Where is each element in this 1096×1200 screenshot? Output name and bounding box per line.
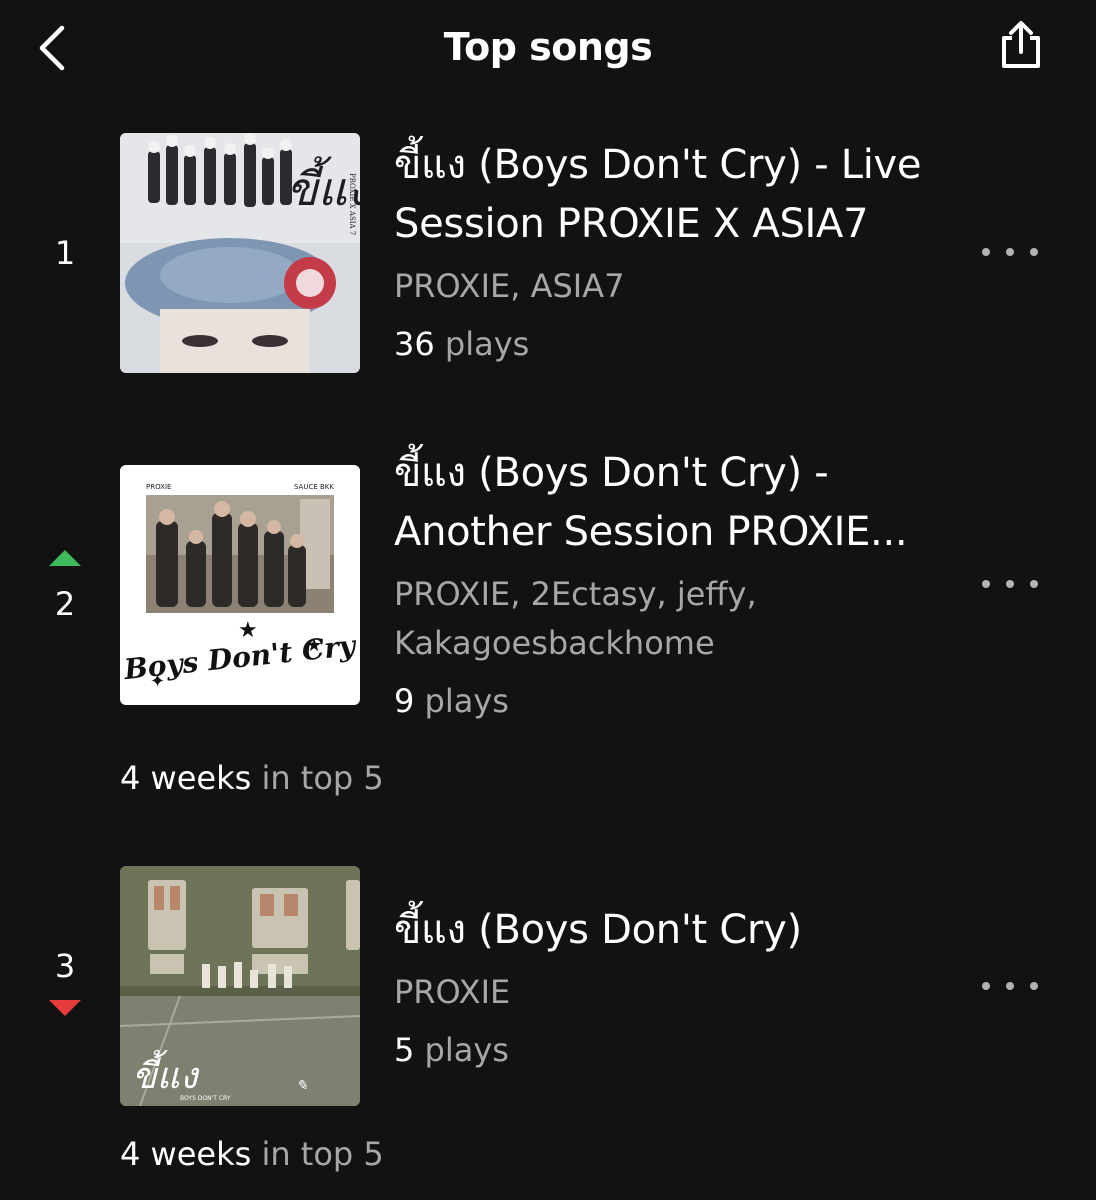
rank-number: 2 (54, 585, 76, 623)
more-options-button[interactable] (982, 240, 1038, 264)
album-art-image: ขี้แง BOYS DON'T CRY ✎ (120, 866, 360, 1106)
rank-column: 2 (30, 550, 100, 624)
rank-down-icon (49, 1000, 81, 1016)
song-info: ขี้แง (Boys Don't Cry) PROXIE 5 plays (394, 901, 934, 1075)
play-count: 9 plays (394, 676, 934, 726)
header: Top songs (0, 0, 1096, 96)
cover-title: ขี้แง (132, 1049, 200, 1097)
play-count-label: plays (414, 682, 509, 720)
song-title: ขี้แง (Boys Don't Cry) (394, 907, 802, 953)
play-count: 36 plays (394, 319, 934, 369)
rank-number: 3 (54, 947, 76, 985)
weeks-label: in top 5 (251, 759, 384, 797)
rank-column: 3 (30, 946, 100, 1016)
play-count-number: 36 (394, 325, 435, 363)
weeks-label: in top 5 (251, 1135, 384, 1173)
rank-column: 1 (30, 233, 100, 273)
svg-text:✎: ✎ (296, 1078, 308, 1094)
share-button[interactable] (992, 18, 1048, 74)
song-artists: PROXIE (394, 973, 511, 1011)
play-count-number: 9 (394, 682, 415, 720)
more-icon (982, 248, 1038, 256)
svg-text:★: ★ (238, 618, 258, 643)
play-count-label: plays (414, 1031, 509, 1069)
play-count-number: 5 (394, 1031, 415, 1069)
weeks-count: 4 weeks (120, 1135, 252, 1173)
svg-text:✦: ✦ (150, 671, 165, 692)
song-title: ขี้แง (Boys Don't Cry) - Another Session… (394, 450, 908, 555)
weeks-in-top: 4 weeks in top 5 (120, 758, 384, 798)
play-count-label: plays (434, 325, 530, 363)
cover-label-right: SAUCE BKK (294, 483, 334, 491)
album-cover[interactable]: ขี้แง BOYS DON'T CRY ✎ (120, 866, 360, 1106)
cover-subtitle: PROXIE X ASIA 7 (348, 173, 356, 235)
svg-text:★: ★ (306, 635, 322, 656)
rank-up-icon (49, 550, 81, 566)
more-icon (982, 580, 1038, 588)
weeks-in-top: 4 weeks in top 5 (120, 1134, 384, 1174)
album-cover[interactable]: ขี้แง PROXIE X ASIA 7 (120, 133, 360, 373)
song-title: ขี้แง (Boys Don't Cry) - Live Session PR… (394, 142, 922, 247)
album-cover[interactable]: PROXIE SAUCE BKK Boys Don't Cry ★ ★ ✦ (120, 465, 360, 705)
cover-subtitle: BOYS DON'T CRY (180, 1095, 231, 1102)
album-art-image: ขี้แง PROXIE X ASIA 7 (120, 133, 360, 373)
weeks-count: 4 weeks (120, 759, 252, 797)
song-artists: PROXIE, ASIA7 (394, 267, 625, 305)
cover-label-left: PROXIE (146, 483, 171, 491)
more-options-button[interactable] (982, 974, 1038, 998)
rank-number: 1 (54, 234, 76, 272)
song-info: ขี้แง (Boys Don't Cry) - Live Session PR… (394, 136, 934, 369)
song-info: ขี้แง (Boys Don't Cry) - Another Session… (394, 444, 934, 726)
top-songs-screen: Top songs 1 ขี้แ PROXIE X ASIA 7 ขี้แง (… (0, 0, 1096, 1200)
more-icon (982, 982, 1038, 990)
album-art-image: PROXIE SAUCE BKK Boys Don't Cry ★ ★ ✦ (120, 465, 360, 705)
play-count: 5 plays (394, 1025, 934, 1075)
share-icon (1002, 21, 1040, 68)
song-artists: PROXIE, 2Ectasy, jeffy, Kakagoesbackhome (394, 575, 757, 662)
page-title: Top songs (443, 25, 653, 69)
more-options-button[interactable] (982, 572, 1038, 596)
